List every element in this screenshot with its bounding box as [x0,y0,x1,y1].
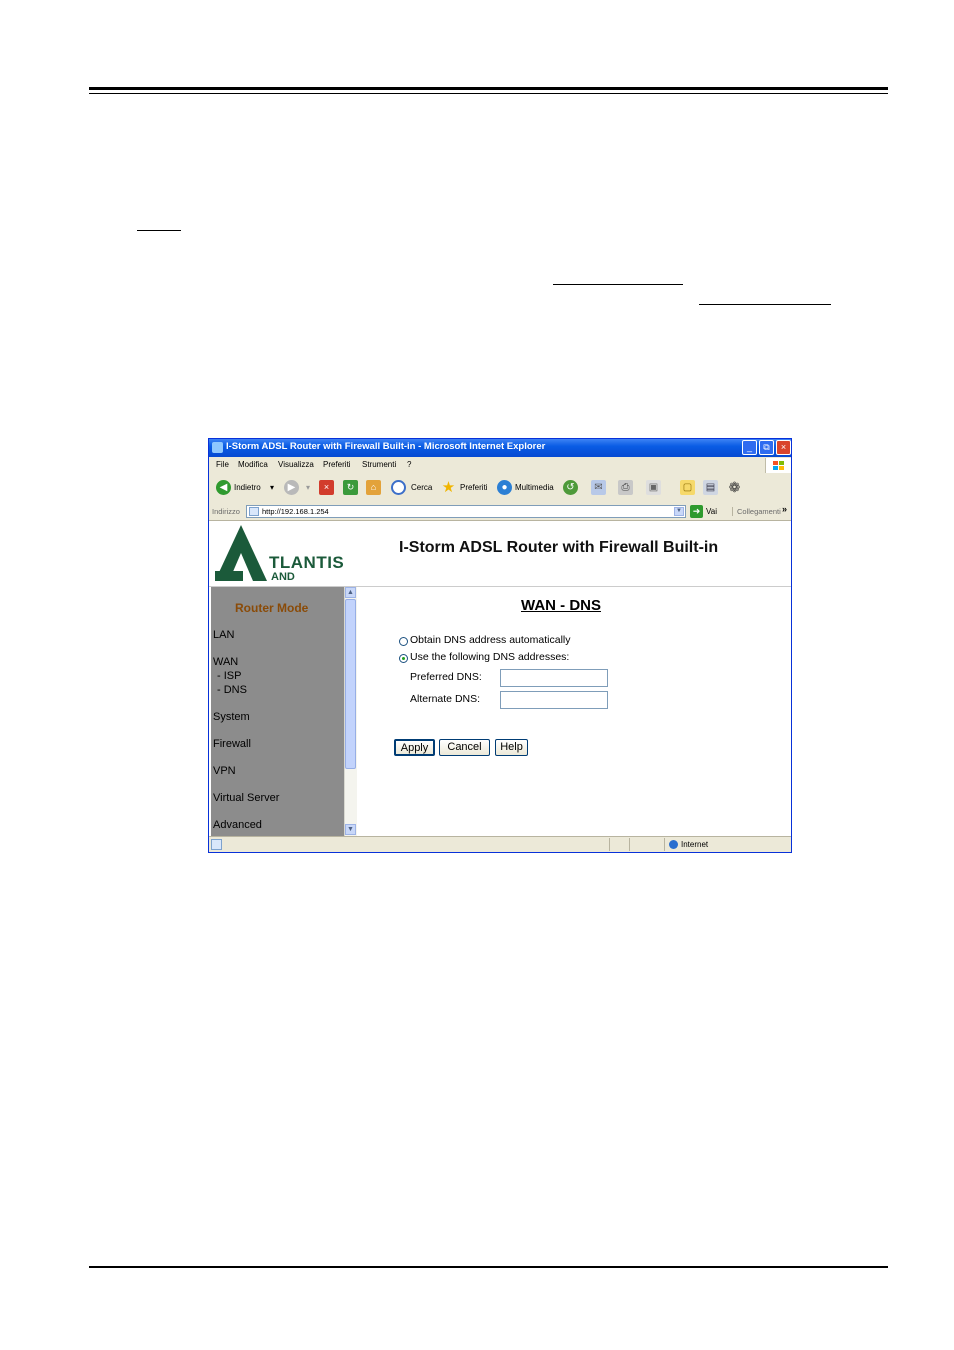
address-input[interactable]: http://192.168.1.254 ▼ [246,505,686,518]
logo-text: TLANTIS [269,553,345,572]
dns-auto-label[interactable]: Obtain DNS address automatically [410,634,571,646]
address-bar: Indirizzo http://192.168.1.254 ▼ ➜ Vai C… [209,503,791,521]
sidebar: Router Mode LAN WAN - ISP - DNS System F… [211,587,344,836]
search-label[interactable]: Cerca [411,483,432,492]
preferred-dns-label: Preferred DNS: [410,671,482,683]
browser-window: I-Storm ADSL Router with Firewall Built-… [208,438,792,853]
apply-button[interactable]: Apply [394,739,435,756]
sidebar-scrollbar[interactable]: ▲ ▼ [344,587,357,836]
stop-icon[interactable]: × [319,480,334,495]
doc-underline-3 [699,304,831,305]
status-zone: Internet [681,840,709,849]
sidebar-item-isp[interactable]: - ISP [217,670,241,682]
preferred-dns-input[interactable] [500,669,608,687]
windows-logo-yellow [779,466,784,470]
cancel-button[interactable]: Cancel [439,739,490,756]
toolbar: ◀ Indietro ▾ ▶ ▾ × ↻ ⌂ Cerca ★ Preferiti… [209,473,791,504]
sidebar-item-system[interactable]: System [213,711,250,723]
sidebar-item-dns[interactable]: - DNS [217,684,247,696]
header-rule-bottom [89,93,888,94]
go-button[interactable]: Vai [706,507,717,516]
go-arrow-icon[interactable]: ➜ [690,505,703,518]
sidebar-item-wan[interactable]: WAN [213,656,238,668]
search-icon[interactable] [391,480,406,495]
doc-underline-2 [553,284,683,285]
menu-bar: File Modifica Visualizza Preferiti Strum… [209,457,791,474]
scroll-down-icon[interactable]: ▼ [345,824,356,835]
print-icon[interactable]: ⎙ [618,480,633,495]
back-dropdown-icon[interactable]: ▾ [270,483,274,492]
alternate-dns-input[interactable] [500,691,608,709]
status-divider-1 [609,838,610,851]
forward-icon[interactable]: ▶ [284,480,299,495]
media-icon[interactable]: ● [497,480,512,495]
status-page-icon [211,839,222,850]
menu-edit[interactable]: Modifica [238,460,268,469]
address-label: Indirizzo [212,507,240,516]
footer-rule [89,1266,888,1268]
edit-icon[interactable]: ▣ [646,480,661,495]
links-label[interactable]: Collegamenti [732,507,781,516]
back-label[interactable]: Indietro [234,483,261,492]
scroll-thumb[interactable] [345,599,356,769]
ie-icon [212,442,223,453]
title-bar[interactable]: I-Storm ADSL Router with Firewall Built-… [209,439,791,457]
home-icon[interactable]: ⌂ [366,480,381,495]
doc-underline-1 [137,230,181,231]
menu-help[interactable]: ? [407,460,411,469]
atlantis-logo: TLANTIS AND [211,523,354,585]
status-divider-2 [629,838,630,851]
windows-logo [765,458,791,473]
sidebar-item-lan[interactable]: LAN [213,629,234,641]
favorites-label[interactable]: Preferiti [460,483,488,492]
address-url[interactable]: http://192.168.1.254 [262,507,329,516]
favorites-icon[interactable]: ★ [441,480,456,495]
internet-globe-icon [669,840,678,849]
router-mode-label: Router Mode [235,601,309,615]
refresh-icon[interactable]: ↻ [343,480,358,495]
header-rule-top [89,87,888,90]
dns-manual-label[interactable]: Use the following DNS addresses: [410,651,569,663]
alternate-dns-label: Alternate DNS: [410,693,481,705]
menu-favorites[interactable]: Preferiti [323,460,351,469]
menu-tools[interactable]: Strumenti [362,460,396,469]
dns-auto-radio[interactable] [399,637,408,646]
history-icon[interactable]: ↺ [563,480,578,495]
window-title: I-Storm ADSL Router with Firewall Built-… [226,441,546,452]
windows-logo-green [779,461,784,465]
messenger-icon[interactable]: ▤ [703,480,718,495]
sidebar-item-advanced[interactable]: Advanced [213,819,262,831]
restore-button[interactable]: ⧉ [759,440,774,455]
page-content: TLANTIS AND I-Storm ADSL Router with Fir… [209,521,791,836]
menu-file[interactable]: File [216,460,229,469]
mail-icon[interactable]: ✉ [591,480,606,495]
page-icon [249,507,259,516]
back-icon[interactable]: ◀ [216,480,231,495]
forward-dropdown-icon[interactable]: ▾ [306,483,310,492]
research-icon[interactable]: ❁ [727,480,742,495]
windows-logo-blue [773,466,778,470]
help-button[interactable]: Help [495,739,528,756]
links-expand-icon[interactable]: » [782,504,787,514]
page-heading: I-Storm ADSL Router with Firewall Built-… [399,539,719,556]
status-bar: Internet [209,836,791,852]
sidebar-item-firewall[interactable]: Firewall [213,738,251,750]
address-dropdown-icon[interactable]: ▼ [674,507,684,516]
section-title: WAN - DNS [521,597,601,614]
sidebar-item-virtual-server[interactable]: Virtual Server [213,792,279,804]
dns-manual-radio[interactable] [399,654,408,663]
sidebar-item-vpn[interactable]: VPN [213,765,236,777]
minimize-button[interactable]: _ [742,440,757,455]
menu-view[interactable]: Visualizza [278,460,314,469]
status-divider-3 [664,838,665,851]
media-label[interactable]: Multimedia [515,483,554,492]
discuss-icon[interactable]: ▢ [680,480,695,495]
logo-sub: AND [271,571,295,583]
close-button[interactable]: × [776,440,791,455]
windows-logo-red [773,461,778,465]
scroll-up-icon[interactable]: ▲ [345,587,356,598]
